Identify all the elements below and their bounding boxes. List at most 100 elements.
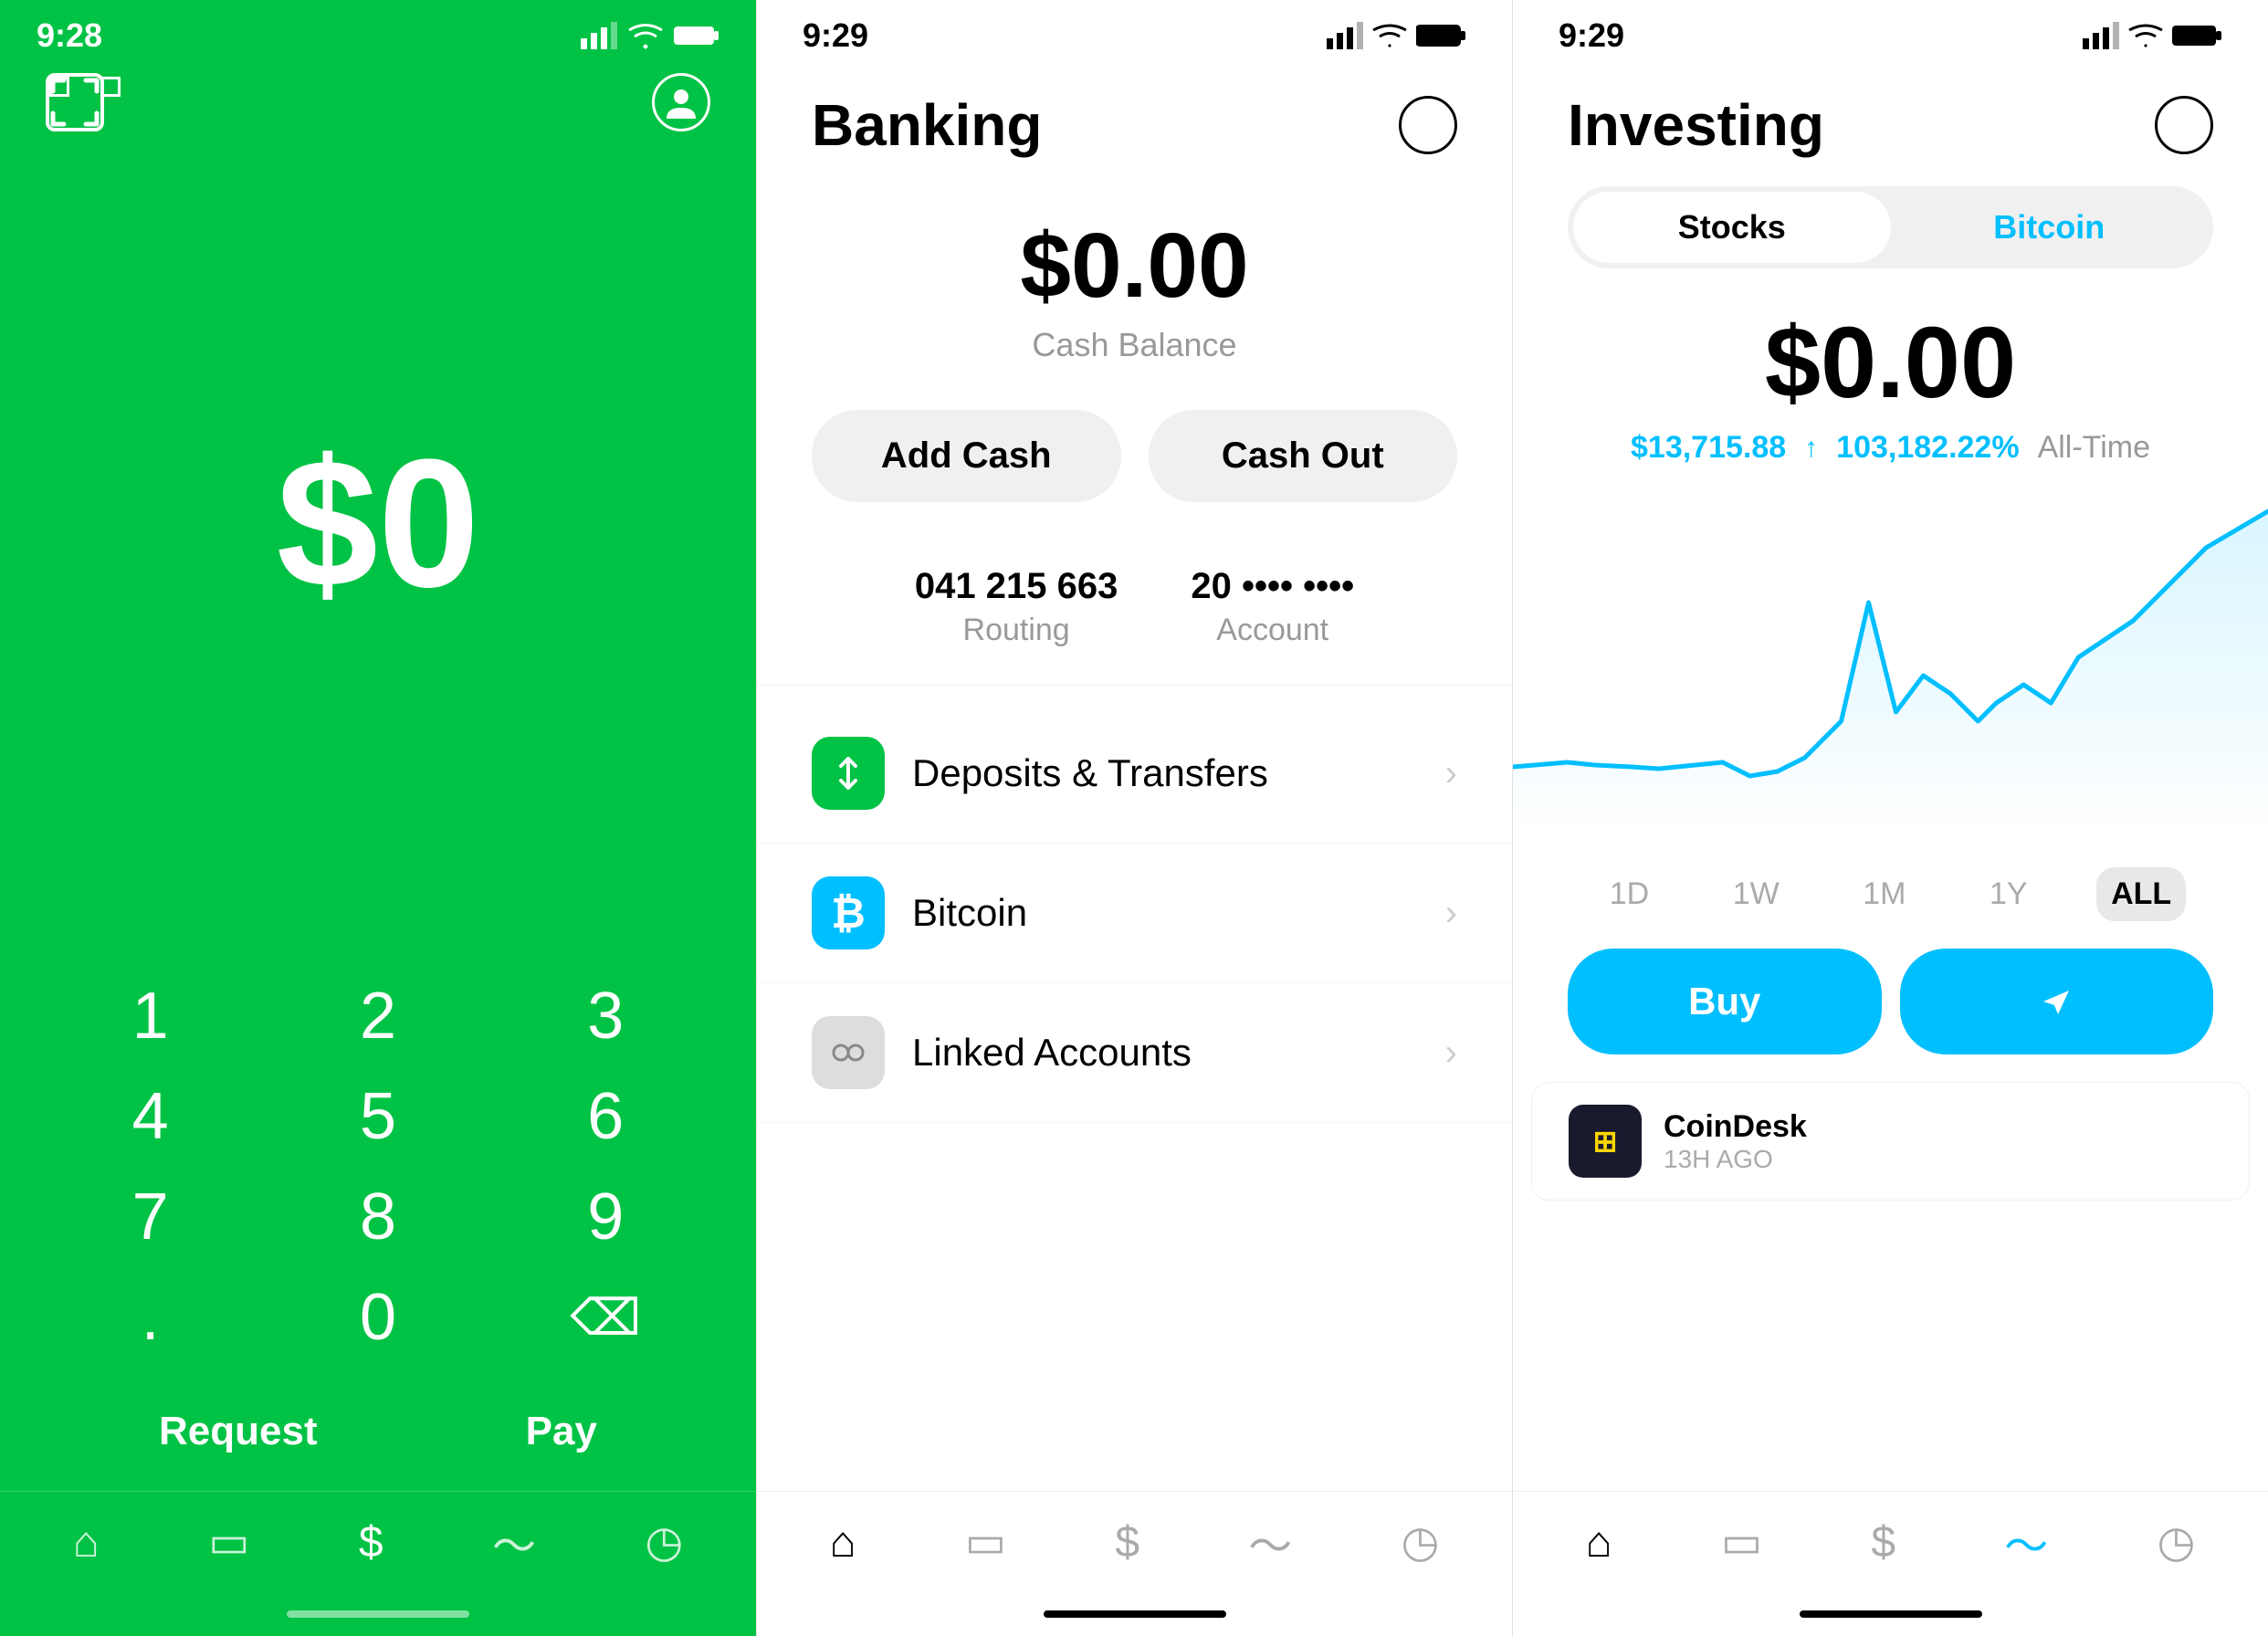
account-item: 20 •••• •••• Account bbox=[1191, 566, 1354, 648]
key-5[interactable]: 5 bbox=[278, 1071, 478, 1162]
key-1[interactable]: 1 bbox=[50, 970, 251, 1062]
bnav-home-icon[interactable]: ⌂ bbox=[830, 1517, 856, 1568]
cash-out-button[interactable]: Cash Out bbox=[1149, 410, 1458, 502]
bnav-chart-icon[interactable]: 〜 bbox=[1248, 1510, 1292, 1574]
investing-balance-section: $0.00 $13,715.88 ↑ 103,182.22% All-Time bbox=[1513, 268, 2268, 475]
key-backspace[interactable]: ⌫ bbox=[505, 1272, 706, 1363]
time-1y[interactable]: 1Y bbox=[1975, 867, 2042, 921]
bnav-dollar-icon-3[interactable]: $ bbox=[1871, 1517, 1895, 1568]
request-button[interactable]: Request bbox=[159, 1409, 318, 1454]
home-indicator-2 bbox=[1044, 1610, 1226, 1618]
invest-action-buttons: Buy bbox=[1513, 939, 2268, 1073]
nav-dollar-icon[interactable]: $ bbox=[359, 1517, 383, 1568]
bnav-card-icon[interactable]: ▭ bbox=[965, 1516, 1006, 1568]
battery-icon bbox=[674, 24, 719, 47]
status-bar-1: 9:28 bbox=[0, 0, 756, 64]
main-amount-section: $0 bbox=[0, 77, 756, 970]
linked-accounts-label: Linked Accounts bbox=[912, 1031, 1445, 1075]
battery-icon-2 bbox=[1416, 24, 1466, 47]
nav-history-icon[interactable]: ◷ bbox=[645, 1516, 683, 1568]
news-item-coindesk[interactable]: ⊞ CoinDesk 13H AGO bbox=[1531, 1082, 2250, 1201]
coindesk-logo: ⊞ bbox=[1569, 1105, 1642, 1178]
linked-accounts-item[interactable]: Linked Accounts › bbox=[757, 983, 1512, 1123]
key-7[interactable]: 7 bbox=[50, 1171, 251, 1263]
bottom-nav-3: ⌂ ▭ $ 〜 ◷ bbox=[1513, 1491, 2268, 1601]
time-1m[interactable]: 1M bbox=[1848, 867, 1920, 921]
panel-investing: 9:29 Investing bbox=[1512, 0, 2268, 1636]
bnav-chart-icon-3[interactable]: 〜 bbox=[2004, 1510, 2048, 1574]
investing-header: Investing bbox=[1513, 64, 2268, 177]
send-button[interactable] bbox=[1900, 949, 2214, 1054]
bnav-history-icon-3[interactable]: ◷ bbox=[2157, 1516, 2195, 1568]
linked-accounts-icon bbox=[812, 1016, 885, 1089]
banking-title: Banking bbox=[812, 91, 1042, 159]
routing-item: 041 215 663 Routing bbox=[915, 566, 1118, 648]
news-section: ⊞ CoinDesk 13H AGO bbox=[1513, 1073, 2268, 1491]
nav-home-icon[interactable]: ⌂ bbox=[73, 1517, 100, 1568]
time-all[interactable]: ALL bbox=[2096, 867, 2186, 921]
status-bar-3: 9:29 bbox=[1513, 0, 2268, 64]
tab-bitcoin[interactable]: Bitcoin bbox=[1891, 192, 2209, 263]
bitcoin-label: Bitcoin bbox=[912, 891, 1445, 935]
bnav-history-icon[interactable]: ◷ bbox=[1401, 1516, 1439, 1568]
investing-stats: $13,715.88 ↑ 103,182.22% All-Time bbox=[1513, 430, 2268, 466]
deposits-icon bbox=[812, 737, 885, 810]
deposits-transfers-label: Deposits & Transfers bbox=[912, 751, 1445, 795]
account-number: 20 •••• •••• bbox=[1191, 566, 1354, 607]
investing-profile-icon[interactable] bbox=[2155, 96, 2213, 154]
wifi-icon-3 bbox=[2128, 22, 2163, 49]
signal-icon-3 bbox=[2083, 22, 2119, 49]
tab-stocks[interactable]: Stocks bbox=[1573, 192, 1891, 263]
key-8[interactable]: 8 bbox=[278, 1171, 478, 1263]
bnav-dollar-icon[interactable]: $ bbox=[1115, 1517, 1139, 1568]
tab-selector: Stocks Bitcoin bbox=[1568, 186, 2213, 268]
time-2: 9:29 bbox=[803, 16, 868, 55]
banking-action-buttons: Add Cash Cash Out bbox=[757, 383, 1512, 530]
bitcoin-chart bbox=[1513, 493, 2268, 840]
deposits-transfers-item[interactable]: Deposits & Transfers › bbox=[757, 704, 1512, 844]
key-3[interactable]: 3 bbox=[505, 970, 706, 1062]
stat-pct: 103,182.22% bbox=[1836, 430, 2019, 466]
bitcoin-item[interactable]: ₿ Bitcoin › bbox=[757, 844, 1512, 983]
key-dot[interactable]: . bbox=[50, 1272, 251, 1363]
bnav-card-icon-3[interactable]: ▭ bbox=[1721, 1516, 1762, 1568]
numpad: 1 2 3 4 5 6 7 8 9 . 0 ⌫ bbox=[0, 970, 756, 1390]
banking-header: Banking bbox=[757, 64, 1512, 177]
bottom-nav-2: ⌂ ▭ $ 〜 ◷ bbox=[757, 1491, 1512, 1601]
key-9[interactable]: 9 bbox=[505, 1171, 706, 1263]
time-selector: 1D 1W 1M 1Y ALL bbox=[1513, 858, 2268, 939]
account-label: Account bbox=[1191, 613, 1354, 648]
time-3: 9:29 bbox=[1559, 16, 1624, 55]
status-icons-2 bbox=[1327, 22, 1466, 49]
nav-chart-icon[interactable]: 〜 bbox=[492, 1510, 536, 1574]
key-2[interactable]: 2 bbox=[278, 970, 478, 1062]
time-1d[interactable]: 1D bbox=[1595, 867, 1664, 921]
stat-price: $13,715.88 bbox=[1631, 430, 1786, 466]
banking-balance-amount: $0.00 bbox=[757, 214, 1512, 319]
banking-balance-label: Cash Balance bbox=[757, 326, 1512, 364]
main-dollar-amount: $0 bbox=[277, 433, 479, 615]
routing-number: 041 215 663 bbox=[915, 566, 1118, 607]
banking-profile-icon[interactable] bbox=[1399, 96, 1457, 154]
routing-label: Routing bbox=[915, 613, 1118, 648]
banking-balance-section: $0.00 Cash Balance bbox=[757, 177, 1512, 383]
status-icons-1 bbox=[581, 22, 719, 49]
routing-section: 041 215 663 Routing 20 •••• •••• Account bbox=[757, 530, 1512, 686]
buy-button[interactable]: Buy bbox=[1568, 949, 1882, 1054]
scan-icon[interactable] bbox=[46, 73, 104, 131]
coindesk-time: 13H AGO bbox=[1664, 1145, 2212, 1174]
key-4[interactable]: 4 bbox=[50, 1071, 251, 1162]
key-0[interactable]: 0 bbox=[278, 1272, 478, 1363]
investing-amount: $0.00 bbox=[1513, 305, 2268, 421]
bnav-home-icon-3[interactable]: ⌂ bbox=[1586, 1517, 1612, 1568]
key-6[interactable]: 6 bbox=[505, 1071, 706, 1162]
time-1w[interactable]: 1W bbox=[1718, 867, 1794, 921]
add-cash-button[interactable]: Add Cash bbox=[812, 410, 1121, 502]
status-bar-2: 9:29 bbox=[757, 0, 1512, 64]
time-1: 9:28 bbox=[37, 16, 102, 55]
pay-button[interactable]: Pay bbox=[526, 1409, 597, 1454]
menu-list: Deposits & Transfers › ₿ Bitcoin › Linke… bbox=[757, 686, 1512, 1491]
nav-card-icon[interactable]: ▭ bbox=[208, 1516, 249, 1568]
bitcoin-icon: ₿ bbox=[812, 876, 885, 949]
home-indicator-3 bbox=[1800, 1610, 1982, 1618]
